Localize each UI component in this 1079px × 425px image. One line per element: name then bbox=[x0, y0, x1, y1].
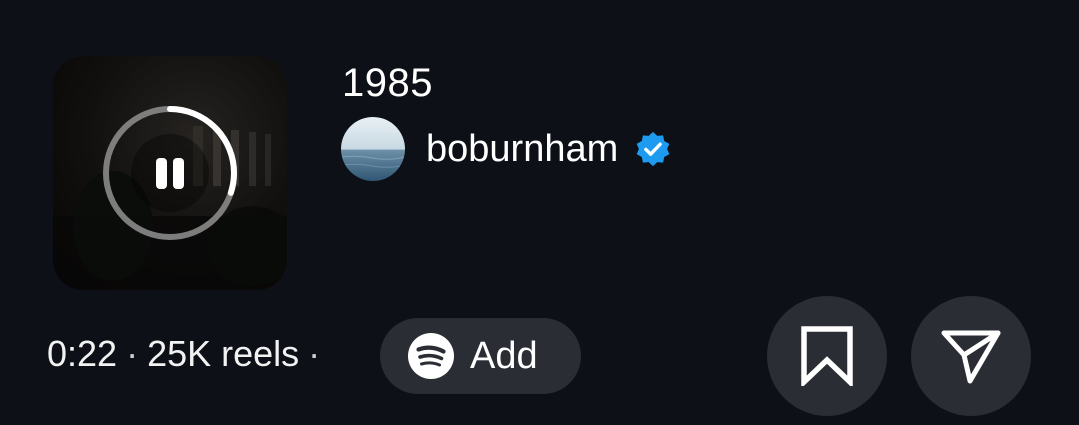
track-title: 1985 bbox=[342, 61, 433, 105]
artist-row[interactable]: boburnham bbox=[341, 117, 672, 181]
bookmark-icon bbox=[801, 326, 853, 386]
verified-badge-icon bbox=[636, 131, 670, 167]
track-meta: 0:22 · 25K reels · bbox=[47, 332, 329, 376]
spotify-icon bbox=[408, 333, 454, 379]
add-to-spotify-button[interactable]: Add bbox=[380, 318, 581, 394]
meta-separator: · bbox=[126, 333, 139, 374]
meta-separator: · bbox=[308, 333, 321, 374]
album-cover[interactable] bbox=[53, 56, 287, 290]
track-duration: 0:22 bbox=[47, 333, 118, 374]
artist-avatar bbox=[341, 117, 405, 181]
send-icon bbox=[941, 330, 1001, 384]
artist-name: boburnham bbox=[426, 128, 619, 170]
share-button[interactable] bbox=[911, 296, 1031, 416]
reels-count: 25K reels bbox=[147, 333, 300, 374]
save-button[interactable] bbox=[767, 296, 887, 416]
pause-icon[interactable] bbox=[131, 134, 209, 212]
add-button-label: Add bbox=[470, 335, 538, 377]
